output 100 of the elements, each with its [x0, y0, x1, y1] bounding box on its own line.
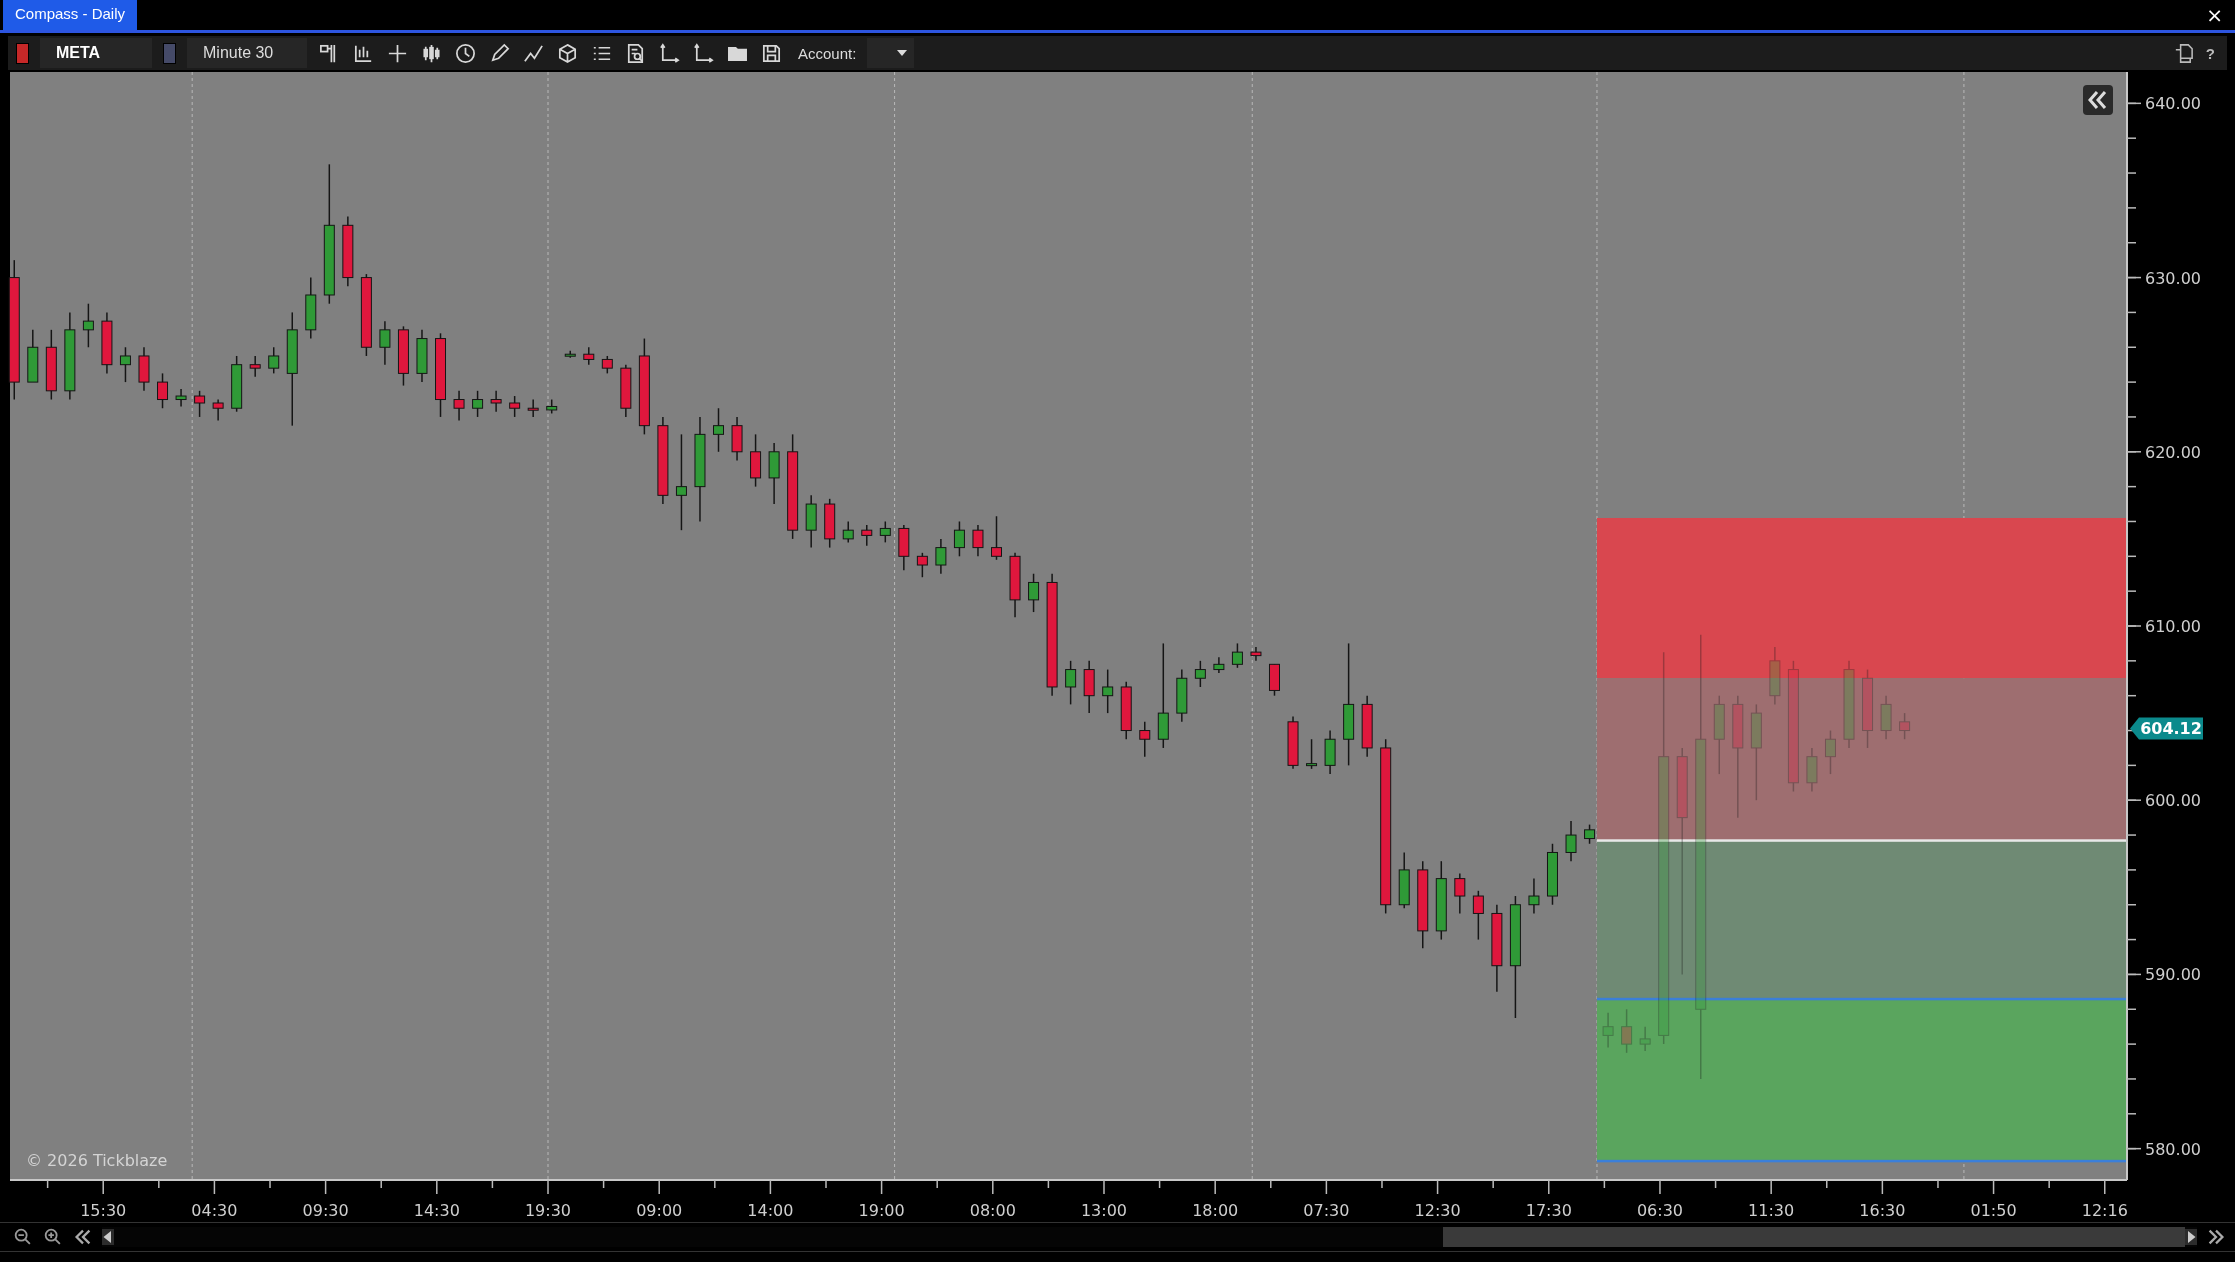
candle — [1584, 823, 1596, 845]
candle — [1825, 729, 1836, 775]
axis-label: 04:30 — [191, 1201, 238, 1220]
candle — [842, 520, 854, 544]
candle — [1806, 747, 1818, 793]
axis-label: 590.00 — [2145, 965, 2201, 985]
copyright-text: © 2026 Tickblaze — [26, 1151, 168, 1170]
collapse-button[interactable] — [2083, 85, 2113, 115]
candle — [27, 329, 39, 383]
candle — [45, 329, 57, 401]
axis-label: 08:00 — [969, 1201, 1016, 1220]
axis-label: 09:00 — [636, 1201, 683, 1220]
axis-label: 17:30 — [1525, 1201, 1572, 1220]
candle — [1899, 712, 1911, 740]
candle — [1472, 890, 1484, 941]
symbol-field[interactable]: META — [40, 38, 152, 68]
timeframe-field[interactable]: Minute 30 — [187, 38, 307, 68]
axis-label: 12:30 — [1414, 1201, 1461, 1220]
axis-label: 11:30 — [1748, 1201, 1795, 1220]
axis-icon[interactable] — [692, 41, 715, 65]
cube-icon[interactable] — [556, 41, 579, 65]
candle — [1565, 820, 1577, 862]
candle — [972, 524, 984, 558]
candle — [1361, 694, 1373, 758]
candle — [1139, 721, 1151, 758]
axis-label: 16:30 — [1859, 1201, 1906, 1220]
candle — [194, 390, 206, 418]
axis-label: 07:30 — [1303, 1201, 1350, 1220]
axis-label: 18:00 — [1192, 1201, 1239, 1220]
scrollbar-thumb[interactable] — [1443, 1227, 2185, 1247]
account-dropdown[interactable] — [867, 38, 915, 68]
candle — [379, 320, 391, 366]
candle — [472, 390, 484, 418]
candle — [1194, 660, 1206, 688]
candle — [1083, 660, 1095, 714]
candle — [119, 346, 131, 383]
candle — [175, 388, 187, 408]
close-button[interactable]: × — [2206, 3, 2223, 27]
axis-label: 13:00 — [1080, 1201, 1128, 1220]
candle — [1102, 668, 1114, 714]
candle — [713, 407, 724, 453]
candle — [1120, 681, 1132, 740]
axis-label: 19:00 — [858, 1201, 905, 1220]
candle — [490, 390, 502, 413]
candle — [824, 498, 836, 549]
candle — [1176, 668, 1188, 723]
color-swatch[interactable] — [163, 42, 176, 64]
axis-label: 19:30 — [524, 1201, 572, 1220]
candle — [916, 552, 928, 578]
candle — [1454, 872, 1466, 915]
candle — [861, 524, 873, 547]
window-tab[interactable]: Compass - Daily — [3, 0, 138, 30]
axis-label: 580.00 — [2145, 1139, 2201, 1159]
axis-label: 14:00 — [747, 1201, 794, 1220]
help-button[interactable]: ? — [2205, 44, 2215, 62]
candle — [1028, 573, 1040, 613]
axis-label: 09:30 — [302, 1201, 349, 1220]
axis-label: 01:50 — [1970, 1201, 2017, 1220]
candle — [416, 329, 428, 383]
candle — [1639, 1025, 1651, 1052]
candle — [157, 372, 169, 409]
axis-icon[interactable] — [658, 41, 681, 65]
candle — [231, 355, 243, 413]
candle — [1306, 738, 1318, 770]
candle — [1231, 642, 1243, 669]
axis-label: 610.00 — [2145, 617, 2201, 636]
account-label: Account: — [798, 44, 857, 62]
candle — [1398, 851, 1410, 909]
candle — [546, 398, 558, 415]
candle — [1287, 715, 1299, 770]
candle — [1880, 694, 1892, 740]
axis-label: 14:30 — [413, 1201, 460, 1220]
candle — [731, 416, 743, 462]
candle — [1009, 552, 1021, 619]
scroll-left-icon[interactable] — [102, 1229, 114, 1245]
candle — [1769, 646, 1781, 706]
axis-label: 620.00 — [2145, 442, 2201, 462]
candle — [1621, 1008, 1633, 1054]
candle — [991, 515, 1002, 561]
candle — [953, 520, 965, 558]
axis-label: 630.00 — [2145, 268, 2201, 288]
color-swatch[interactable] — [16, 42, 29, 64]
axis-label: 600.00 — [2145, 791, 2201, 811]
candle — [453, 390, 465, 422]
candle — [935, 538, 947, 575]
axis-label: 15:30 — [80, 1201, 127, 1220]
candle — [249, 355, 261, 378]
axis-label: 06:30 — [1636, 1201, 1684, 1220]
axis-label: 12:16 — [2081, 1201, 2128, 1220]
candle — [1324, 729, 1336, 775]
candle — [1213, 656, 1225, 674]
pencil-icon[interactable] — [488, 41, 511, 65]
candle — [750, 433, 762, 488]
candle — [768, 442, 780, 505]
scroll-right-icon[interactable] — [2185, 1229, 2197, 1245]
candle — [527, 398, 539, 418]
caret-icon — [897, 50, 908, 56]
candle — [1250, 646, 1262, 662]
candle — [620, 363, 632, 418]
clock-icon[interactable] — [454, 41, 477, 65]
